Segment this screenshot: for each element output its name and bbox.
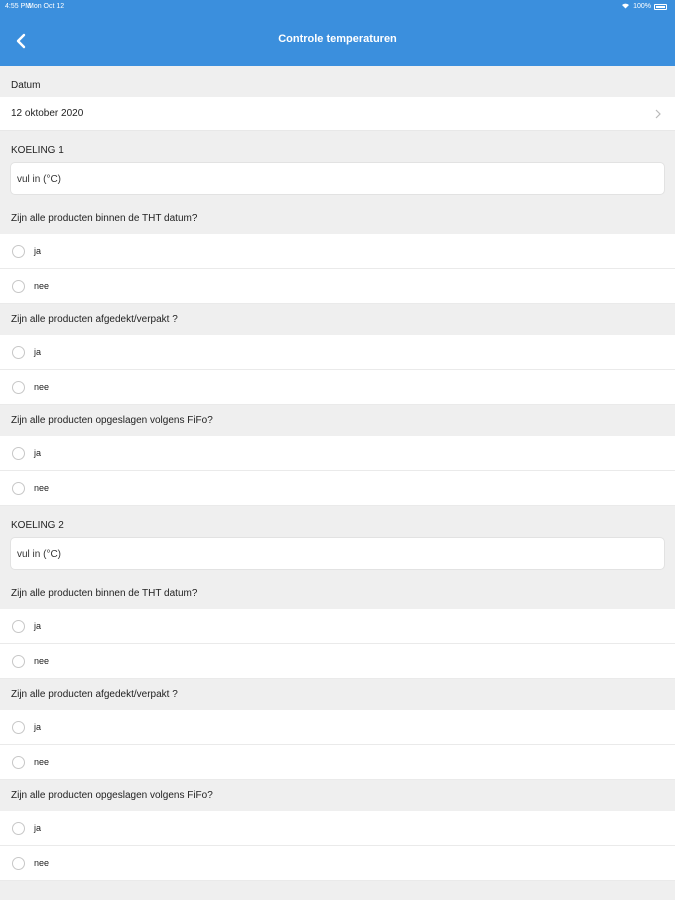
- date-value: 12 oktober 2020: [11, 108, 84, 119]
- battery-icon: [654, 4, 667, 10]
- radio-label: nee: [34, 281, 50, 291]
- radio-button-icon: [12, 244, 25, 258]
- radio-label: nee: [34, 483, 50, 493]
- radio-label: nee: [34, 757, 50, 767]
- radio-option-nee[interactable]: nee: [0, 644, 675, 679]
- question-label: Zijn alle producten binnen de THT datum?: [0, 578, 675, 609]
- radio-button-icon: [12, 380, 25, 394]
- wifi-icon: [621, 0, 630, 14]
- radio-button-icon: [12, 720, 25, 734]
- navigation-bar: 4:55 PM Mon Oct 12 100% Controle tempera…: [0, 0, 675, 66]
- question-label: Zijn alle producten afgedekt/verpakt ?: [0, 304, 675, 335]
- radio-option-nee[interactable]: nee: [0, 370, 675, 405]
- radio-label: ja: [34, 448, 42, 458]
- radio-option-nee[interactable]: nee: [0, 269, 675, 304]
- radio-label: nee: [34, 382, 50, 392]
- question-label: Zijn alle producten opgeslagen volgens F…: [0, 780, 675, 811]
- radio-button-icon: [12, 856, 25, 870]
- question-label: Zijn alle producten afgedekt/verpakt ?: [0, 679, 675, 710]
- date-field[interactable]: 12 oktober 2020: [0, 97, 675, 131]
- chevron-right-icon: [655, 109, 661, 119]
- temperature-input-koeling-1[interactable]: vul in (°C): [10, 162, 665, 195]
- status-date: Mon Oct 12: [28, 3, 65, 10]
- group-label-koeling-2: KOELING 2: [11, 520, 64, 531]
- radio-option-ja[interactable]: ja: [0, 609, 675, 644]
- radio-label: ja: [34, 621, 42, 631]
- radio-label: ja: [34, 347, 42, 357]
- page-title: Controle temperaturen: [278, 33, 397, 45]
- radio-option-ja[interactable]: ja: [0, 436, 675, 471]
- radio-button-icon: [12, 345, 25, 359]
- radio-button-icon: [12, 821, 25, 835]
- radio-label: nee: [34, 656, 50, 666]
- radio-button-icon: [12, 279, 25, 293]
- temperature-input-wrap: vul in (°C): [0, 162, 675, 203]
- radio-option-nee[interactable]: nee: [0, 471, 675, 506]
- radio-option-ja[interactable]: ja: [0, 811, 675, 846]
- radio-label: ja: [34, 823, 42, 833]
- temperature-input-wrap: vul in (°C): [0, 537, 675, 578]
- battery-percentage: 100%: [633, 3, 651, 10]
- radio-button-icon: [12, 619, 25, 633]
- radio-button-icon: [12, 481, 25, 495]
- group-label-koeling-1: KOELING 1: [11, 145, 64, 156]
- status-bar: 4:55 PM Mon Oct 12 100%: [0, 0, 675, 14]
- radio-option-nee[interactable]: nee: [0, 846, 675, 881]
- radio-button-icon: [12, 755, 25, 769]
- temperature-input-koeling-2[interactable]: vul in (°C): [10, 537, 665, 570]
- radio-button-icon: [12, 446, 25, 460]
- radio-option-ja[interactable]: ja: [0, 710, 675, 745]
- question-label: Zijn alle producten binnen de THT datum?: [0, 203, 675, 234]
- question-label: Zijn alle producten opgeslagen volgens F…: [0, 405, 675, 436]
- status-right: 100%: [621, 0, 667, 14]
- radio-label: nee: [34, 858, 50, 868]
- radio-option-ja[interactable]: ja: [0, 335, 675, 370]
- radio-label: ja: [34, 246, 42, 256]
- date-label: Datum: [11, 80, 41, 91]
- radio-button-icon: [12, 654, 25, 668]
- radio-option-nee[interactable]: nee: [0, 745, 675, 780]
- radio-option-ja[interactable]: ja: [0, 234, 675, 269]
- radio-label: ja: [34, 722, 42, 732]
- form-content: Datum 12 oktober 2020 KOELING 1 vul in (…: [0, 66, 675, 881]
